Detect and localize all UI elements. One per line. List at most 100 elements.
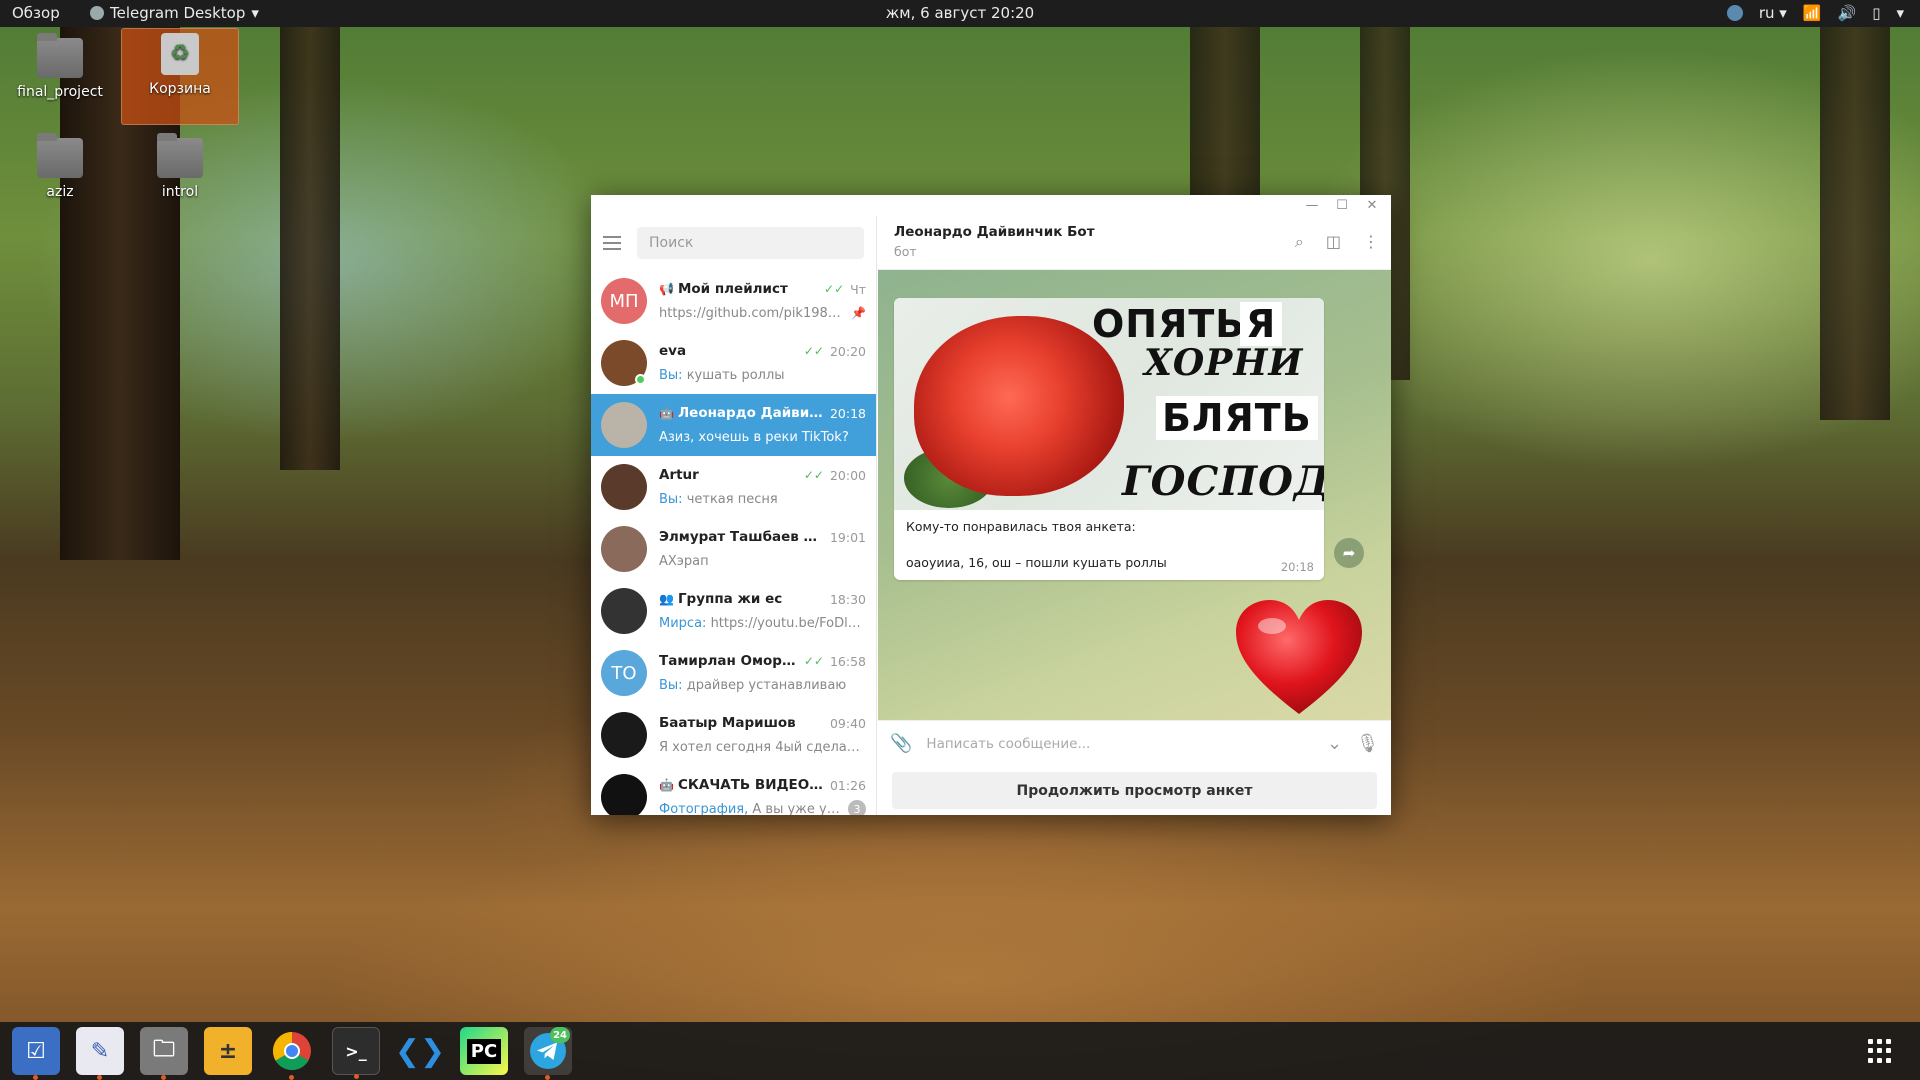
dock-app-tasks[interactable]: ☑ (12, 1027, 60, 1080)
top-bar: Обзор Telegram Desktop ▾ жм, 6 август 20… (0, 0, 1920, 27)
chat-type-icon: 👥 (659, 592, 674, 606)
chat-sender: Вы: (659, 677, 683, 693)
chat-line: Тамирлан Оморалиев ✓✓ 16:58 (659, 651, 866, 671)
microphone-icon[interactable]: 🎙 (1356, 733, 1379, 754)
search-input[interactable] (637, 227, 864, 259)
message-area[interactable]: ОПЯТЬ Я ХОРНИ БЛЯТЬ ГОСПОДИ Кому-то понр… (878, 270, 1391, 720)
chat-sender: Вы: (659, 367, 683, 383)
chat-line: Вы: кушать роллы (659, 365, 866, 385)
minimize-icon[interactable]: — (1305, 198, 1319, 213)
wifi-icon[interactable]: 📶 (1803, 4, 1822, 22)
chat-line: Мирса: https://youtu.be/FoDlYl... (659, 613, 866, 633)
message-input[interactable] (926, 728, 1314, 759)
desktop-icon-trash[interactable]: ♻ Корзина (121, 28, 239, 125)
chat-header-actions: ⌕ ◫ ⋮ (1295, 232, 1379, 252)
checklist-icon: ☑ (26, 1038, 46, 1064)
chat-list-item[interactable]: eva ✓✓ 20:20 Вы: кушать роллы (591, 332, 876, 394)
chat-title: Тамирлан Оморалиев (659, 653, 800, 669)
chat-preview: Азиз, хочешь в реки TikTok? (659, 430, 866, 445)
forward-icon[interactable]: ➦ (1334, 538, 1364, 568)
system-tray[interactable]: ru ▾ 📶 🔊 ▯ ▾ (1726, 4, 1904, 22)
unread-badge: 3 (848, 800, 866, 815)
chat-text: 📢 Мой плейлист ✓✓ Чт https://github.com/… (659, 279, 866, 323)
window-titlebar[interactable]: — ☐ ✕ (591, 195, 1391, 216)
chat-title: Мой плейлист (677, 281, 788, 297)
dock-app-pycharm[interactable]: PC (460, 1027, 508, 1075)
dock-app-chrome[interactable] (268, 1027, 316, 1080)
chat-list-item[interactable]: ТО Тамирлан Оморалиев ✓✓ 16:58 Вы: драйв… (591, 642, 876, 704)
calculator-icon: ± (218, 1038, 238, 1064)
avatar (601, 402, 647, 448)
chat-title: eva (659, 343, 687, 359)
chat-list-item[interactable]: 🤖 Леонардо Дайвинчи... 20:18 Азиз, хочеш… (591, 394, 876, 456)
chat-text: 🤖 Леонардо Дайвинчи... 20:18 Азиз, хочеш… (659, 403, 866, 447)
dock-app-terminal[interactable]: >_ (332, 1027, 380, 1079)
more-options-icon[interactable]: ⋮ (1363, 232, 1379, 252)
attach-icon[interactable]: 📎 (890, 733, 912, 754)
desktop-icon-introl[interactable]: introl (125, 133, 235, 200)
chat-list-item[interactable]: МП 📢 Мой плейлист ✓✓ Чт https://github.c… (591, 270, 876, 332)
message-photo[interactable]: ОПЯТЬ Я ХОРНИ БЛЯТЬ ГОСПОДИ (894, 298, 1324, 510)
read-check-icon: ✓✓ (803, 468, 824, 482)
maximize-icon[interactable]: ☐ (1335, 198, 1349, 213)
avatar-initials: МП (609, 290, 639, 312)
dock-app-calculator[interactable]: ± (204, 1027, 252, 1075)
read-check-icon: ✓✓ (803, 654, 824, 668)
folder-icon (157, 133, 203, 178)
clock[interactable]: жм, 6 август 20:20 (0, 4, 1920, 22)
unread-badge: 24 (550, 1027, 570, 1043)
chat-preview: Фотография, А вы уже усп... (659, 802, 842, 816)
avatar: МП (601, 278, 647, 324)
search-icon[interactable]: ⌕ (1295, 232, 1304, 252)
language-indicator[interactable]: ru ▾ (1759, 4, 1787, 22)
chat-list-item[interactable]: Баатыр Маришов 09:40 Я хотел сегодня 4ый… (591, 704, 876, 766)
heart-sticker[interactable] (1234, 598, 1364, 718)
battery-icon[interactable]: ▯ (1872, 4, 1880, 22)
chat-sender: Мирса: (659, 615, 707, 631)
chat-list-item[interactable]: 🤖 СКАЧАТЬ ВИДЕО ИЗ ... 01:26 Фотография,… (591, 766, 876, 815)
language-label: ru (1758, 4, 1775, 22)
message-bubble[interactable]: ОПЯТЬ Я ХОРНИ БЛЯТЬ ГОСПОДИ Кому-то понр… (894, 298, 1324, 580)
close-icon[interactable]: ✕ (1365, 198, 1379, 213)
vscode-icon: ❮❯ (394, 1033, 446, 1069)
chevron-down-icon[interactable]: ▾ (1896, 4, 1904, 22)
meme-text: ГОСПОДИ (1122, 458, 1324, 505)
chat-preview-text: Я хотел сегодня 4ый сделать, н... (659, 739, 866, 755)
chat-list-panel: МП 📢 Мой плейлист ✓✓ Чт https://github.c… (591, 216, 877, 815)
desktop-icon-label: aziz (46, 184, 74, 200)
desktop-icon-label: Корзина (149, 81, 211, 97)
chat-preview-text: https://github.com/pik1989/... (659, 305, 846, 321)
sidebar-toggle-icon[interactable]: ◫ (1326, 232, 1341, 252)
meme-text: ХОРНИ (1144, 342, 1304, 384)
chat-line: Азиз, хочешь в реки TikTok? (659, 427, 866, 447)
chat-list-item[interactable]: Элмурат Ташбаев 11А О... 19:01 АХэрап (591, 518, 876, 580)
chat-list-item[interactable]: Artur ✓✓ 20:00 Вы: четкая песня (591, 456, 876, 518)
user-avatar-icon[interactable] (1726, 5, 1743, 21)
desktop-icon-aziz[interactable]: aziz (5, 133, 115, 200)
chat-line: Я хотел сегодня 4ый сделать, н... (659, 737, 866, 757)
dock-app-text-editor[interactable]: ✎ (76, 1027, 124, 1080)
continue-browsing-button[interactable]: Продолжить просмотр анкет (892, 772, 1377, 809)
chat-preview-text: А вы уже усп... (752, 801, 842, 816)
chat-type-icon: 📢 (659, 282, 674, 296)
volume-icon[interactable]: 🔊 (1838, 4, 1857, 22)
chat-list-item[interactable]: 👥 Группа жи ес 18:30 Мирса: https://yout… (591, 580, 876, 642)
show-applications-icon[interactable] (1868, 1039, 1892, 1063)
chat-line: 📢 Мой плейлист ✓✓ Чт (659, 279, 866, 299)
chat-line: Вы: драйвер устанавливаю (659, 675, 866, 695)
chat-preview: Я хотел сегодня 4ый сделать, н... (659, 740, 866, 755)
message-line: Кому-то понравилась твоя анкета: (906, 519, 1136, 534)
chat-time: 20:18 (829, 405, 866, 421)
avatar: ТО (601, 650, 647, 696)
tree-trunk (1820, 0, 1890, 420)
menu-icon[interactable] (603, 236, 623, 250)
chat-title: СКАЧАТЬ ВИДЕО ИЗ ... (677, 777, 824, 793)
desktop-icon-label: introl (161, 184, 199, 200)
chat-title: Artur (659, 467, 699, 483)
dock-app-telegram[interactable]: 24 (524, 1027, 572, 1080)
chat-header[interactable]: Леонардо Дайвинчик Бот бот ⌕ ◫ ⋮ (878, 216, 1391, 270)
desktop-icon-final-project[interactable]: final_project (5, 33, 115, 100)
bot-keyboard-icon[interactable]: ⌄ (1327, 733, 1342, 754)
dock-app-vscode[interactable]: ❮❯ (394, 1027, 446, 1075)
dock-app-files[interactable]: 🗀 (140, 1027, 188, 1080)
